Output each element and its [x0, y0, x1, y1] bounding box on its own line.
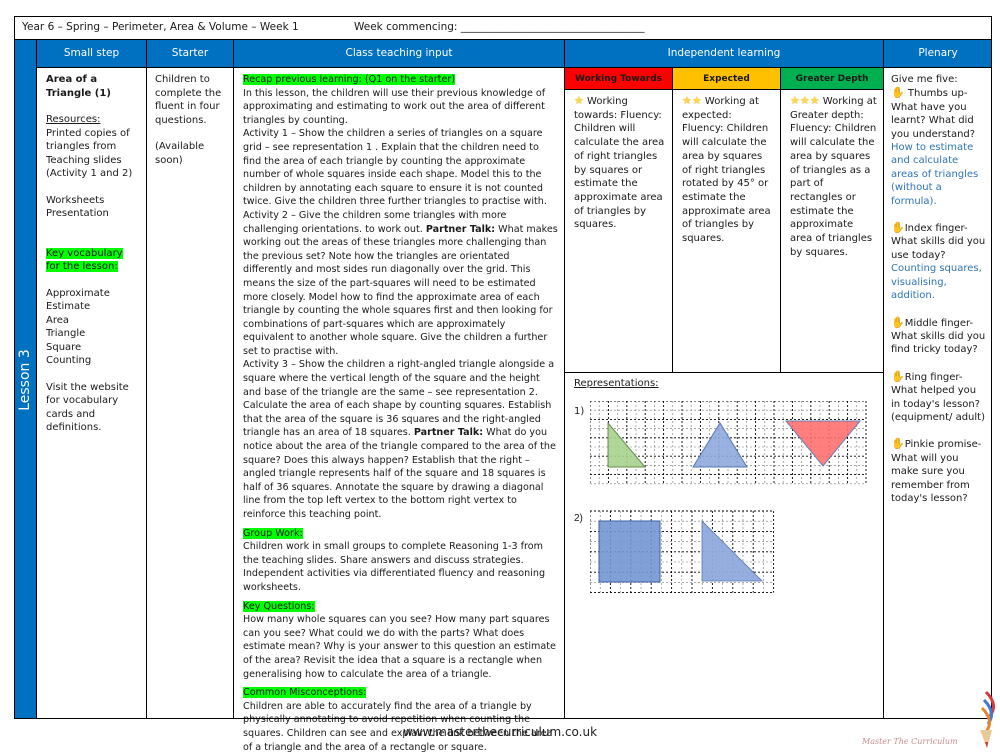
hand-icon: ✋ — [891, 86, 905, 100]
resources-label: Resources: — [46, 114, 101, 125]
logo-text: Master The Curriculum — [862, 737, 958, 746]
pencil-logo-icon — [980, 690, 995, 748]
plenary-answer: How to estimate and calculate areas of t… — [891, 142, 979, 207]
activity-2: Activity 2 – Give the children some tria… — [243, 209, 558, 359]
level-text: Working towards: Fluency: Children will … — [574, 96, 665, 231]
visit-website-text: Visit the website for vocabulary cards a… — [46, 381, 129, 434]
red-inverted-triangle — [784, 420, 862, 467]
star-icon: ★ — [574, 94, 584, 107]
master-the-curriculum-logo: Master The Curriculum — [862, 690, 1000, 750]
worksheets-text: Worksheets — [46, 194, 105, 206]
header-small-step: Small step — [37, 40, 147, 68]
blue-square — [598, 520, 661, 583]
presentation-text: Presentation — [46, 208, 109, 219]
lesson-label: Lesson 3 — [17, 348, 33, 411]
resources-text: Printed copies of triangles from Teachin… — [46, 127, 133, 180]
activity-3-text-cont: What do you notice about the area of the… — [243, 427, 556, 520]
vocab-item: Square — [46, 341, 82, 353]
key-questions-text: How many whole squares can you see? How … — [243, 614, 556, 680]
activity-1: Activity 1 – Show the children a series … — [243, 128, 547, 208]
teaching-intro: In this lesson, the children will use th… — [243, 87, 546, 126]
activity-2-text-cont: What makes working out the areas of thes… — [243, 223, 558, 357]
key-questions-label: Key Questions: — [243, 600, 315, 612]
vocab-label: Key vocabulary for the lesson: — [46, 247, 123, 272]
hand-icon: ✋ — [891, 221, 905, 235]
level-body-greater-depth: ★★★ Working at Greater depth: Fluency: C… — [781, 90, 884, 372]
title-row: Year 6 – Spring – Perimeter, Area & Volu… — [14, 16, 992, 40]
starter-column: Children to complete the fluent in four … — [147, 68, 234, 719]
star-icon: ★★★ — [790, 94, 820, 107]
level-body-expected: ★★ Working at expected: Fluency: Childre… — [673, 90, 781, 372]
representation-2-grid — [590, 510, 775, 594]
level-text: Working at Greater depth: Fluency: Child… — [790, 96, 877, 258]
header-class-teaching: Class teaching input — [234, 40, 565, 68]
partner-talk-label: Partner Talk: — [413, 427, 484, 439]
vocab-item: Approximate — [46, 287, 110, 299]
vocab-list: Approximate Estimate Area Triangle Squar… — [46, 287, 138, 368]
small-step-title: Area of a Triangle (1) — [46, 74, 111, 99]
representations-label: Representations: — [574, 378, 659, 389]
starter-text: Children to complete the fluent in four … — [155, 74, 222, 126]
plenary-prompt: Middle finger- What skills did you find … — [891, 317, 986, 356]
group-work-label: Group Work: — [243, 527, 303, 539]
header-starter: Starter — [147, 40, 234, 68]
level-body-working-towards: ★ Working towards: Fluency: Children wil… — [565, 90, 673, 372]
hand-icon: ✋ — [891, 315, 905, 329]
plenary-answer: Counting squares, visualising, addition. — [891, 263, 982, 302]
vocab-item: Counting — [46, 355, 92, 366]
vocab-item: Estimate — [46, 301, 91, 312]
class-teaching-column: Recap previous learning: (Q1 on the star… — [234, 68, 565, 753]
activity-3: Activity 3 – Show the children a right-a… — [243, 358, 558, 521]
plenary-column: Give me five: ✋ Thumbs up- What have you… — [884, 68, 992, 719]
star-icon: ★★ — [682, 94, 702, 107]
representations-panel: Representations: 1) 2) — [565, 372, 884, 719]
hand-icon: ✋ — [891, 369, 905, 383]
misconceptions-label: Common Misconceptions: — [243, 687, 367, 699]
plenary-prompt: Index finger- What skills did you use to… — [891, 223, 986, 261]
lesson-sidebar: Lesson 3 — [14, 40, 37, 719]
footer-url[interactable]: www.masterthecurriculum.co.uk — [0, 725, 1000, 739]
small-step-column: Area of a Triangle (1) Resources: Printe… — [37, 68, 147, 719]
recap-label: Recap previous learning: (Q1 on the star… — [243, 74, 456, 85]
blue-isosceles-triangle — [692, 422, 748, 468]
level-header-expected: Expected — [673, 68, 781, 90]
unit-title: Year 6 – Spring – Perimeter, Area & Volu… — [22, 21, 299, 33]
rep-2-label: 2) — [574, 513, 583, 524]
vocab-item: Area — [46, 314, 70, 326]
plenary-prompt: Pinkie promise- What will you make sure … — [891, 439, 982, 504]
plenary-intro: Give me five: — [891, 74, 958, 85]
header-plenary: Plenary — [884, 40, 992, 68]
vocab-item: Triangle — [46, 328, 86, 339]
plenary-prompt: Ring finger- What helped you in today's … — [891, 371, 985, 423]
header-independent: Independent learning — [565, 40, 884, 68]
level-text: Working at expected: Fluency: Children w… — [682, 96, 771, 245]
level-header-working-towards: Working Towards — [565, 68, 673, 90]
partner-talk-label: Partner Talk: — [425, 223, 496, 235]
level-header-greater-depth: Greater Depth — [781, 68, 884, 90]
hand-icon: ✋ — [891, 437, 905, 451]
representation-1-grid — [590, 401, 867, 485]
group-work-text: Children work in small groups to complet… — [243, 541, 546, 593]
rep-1-label: 1) — [574, 406, 585, 417]
starter-availability: (Available soon) — [155, 141, 205, 166]
week-commencing: Week commencing: _______________________… — [354, 21, 645, 33]
